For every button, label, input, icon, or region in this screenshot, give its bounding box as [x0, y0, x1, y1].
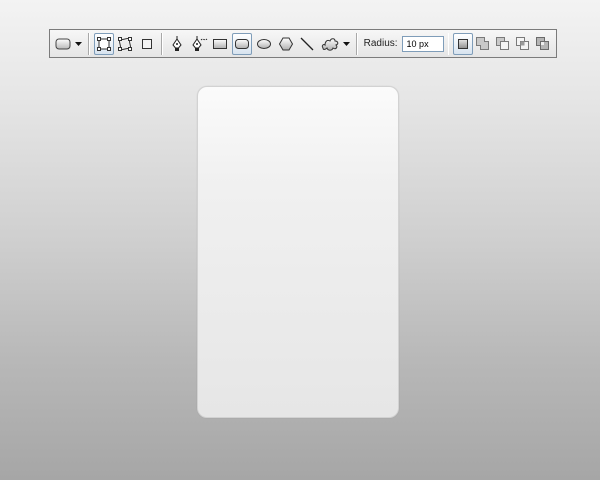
line-tool-icon — [300, 37, 314, 50]
toolbar-divider — [161, 32, 163, 55]
custom-shape-dropdown[interactable] — [341, 33, 352, 55]
subtract-from-shape-area-button[interactable] — [493, 33, 513, 55]
rounded-rectangle-shape[interactable] — [197, 86, 399, 418]
chevron-down-icon — [342, 41, 350, 46]
custom-shape-tool-button[interactable] — [319, 33, 341, 55]
rectangle-tool-icon — [213, 38, 228, 49]
shape-options-bar: Radius: — [49, 29, 557, 58]
rounded-rectangle-tool-icon — [235, 38, 250, 49]
rounded-rect-preset-icon — [55, 38, 71, 49]
freeform-pen-tool-button[interactable] — [189, 33, 209, 55]
shape-layers-button[interactable] — [93, 32, 114, 55]
exclude-overlapping-shape-areas-button[interactable] — [533, 33, 553, 55]
intersect-shape-areas-icon — [516, 36, 530, 50]
radius-label: Radius: — [363, 38, 398, 49]
add-to-shape-area-icon — [476, 36, 490, 50]
ellipse-tool-button[interactable] — [254, 33, 274, 55]
shape-layers-icon — [96, 36, 111, 51]
pen-tool-icon — [172, 35, 182, 51]
rectangle-tool-button[interactable] — [210, 33, 230, 55]
polygon-tool-button[interactable] — [276, 33, 296, 55]
intersect-shape-areas-button[interactable] — [513, 33, 533, 55]
radius-input[interactable] — [401, 35, 444, 52]
create-new-shape-layer-icon — [458, 38, 469, 49]
pen-tool-button[interactable] — [167, 33, 187, 55]
toolbar-divider — [447, 32, 450, 55]
tool-preset-picker[interactable] — [53, 33, 73, 55]
freeform-pen-tool-icon — [191, 35, 207, 51]
chevron-down-icon — [74, 41, 82, 46]
paths-button[interactable] — [115, 33, 135, 55]
custom-shape-tool-icon — [321, 37, 339, 51]
subtract-from-shape-area-icon — [496, 36, 510, 50]
rounded-rectangle-tool-button[interactable] — [232, 32, 253, 55]
paths-icon — [118, 36, 133, 51]
ellipse-tool-icon — [256, 38, 271, 49]
line-tool-button[interactable] — [297, 33, 317, 55]
create-new-shape-layer-button[interactable] — [453, 32, 474, 55]
toolbar-divider — [87, 32, 90, 55]
toolbar-divider — [355, 32, 358, 55]
polygon-tool-icon — [278, 37, 293, 50]
tool-preset-dropdown[interactable] — [73, 33, 84, 55]
exclude-overlapping-shape-areas-icon — [536, 36, 550, 50]
add-to-shape-area-button[interactable] — [473, 33, 493, 55]
fill-pixels-button[interactable] — [137, 33, 157, 55]
fill-pixels-icon — [142, 38, 153, 49]
